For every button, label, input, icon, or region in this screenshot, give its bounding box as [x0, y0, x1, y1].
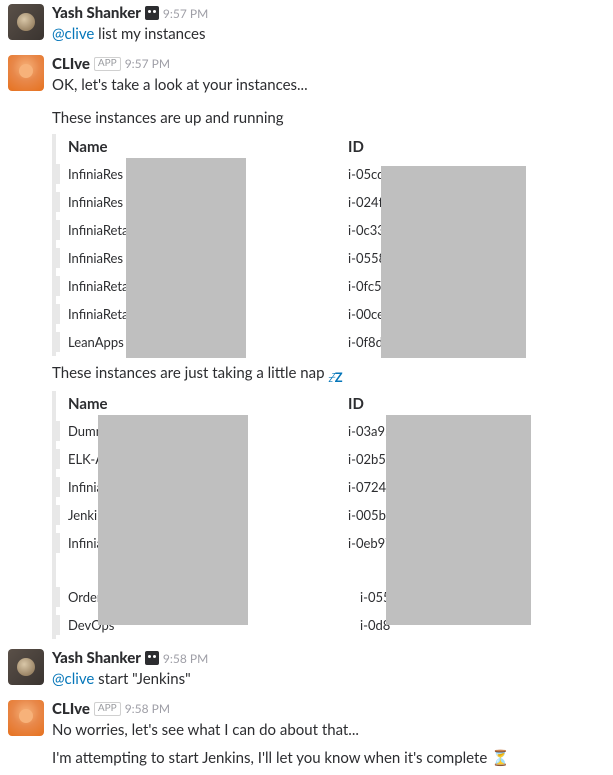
timestamp[interactable]: 9:57 PM — [163, 6, 208, 21]
column-header-id: ID — [348, 138, 605, 156]
hourglass-icon: ⏳ — [491, 749, 510, 767]
section-heading: These instances are up and running — [52, 107, 605, 130]
message: CLIve APP 9:58 PM No worries, let's see … — [0, 696, 613, 775]
robot-icon — [145, 651, 159, 665]
sleeping-icon: zzZ — [328, 373, 341, 385]
user-mention[interactable]: @clive — [52, 670, 94, 688]
message-text: No worries, let's see what I can do abou… — [52, 719, 605, 742]
avatar[interactable] — [8, 649, 44, 685]
message: CLIve APP 9:57 PM OK, let's take a look … — [0, 51, 613, 646]
timestamp[interactable]: 9:58 PM — [163, 651, 208, 666]
app-badge: APP — [94, 702, 121, 716]
message: Yash Shanker 9:58 PM @clive start "Jenki… — [0, 645, 613, 696]
redaction-block — [98, 415, 248, 625]
sender-name[interactable]: CLIve — [52, 700, 90, 718]
column-header-name: Name — [68, 138, 348, 156]
message-text: I'm attempting to start Jenkins, I'll le… — [52, 747, 605, 770]
avatar[interactable] — [8, 55, 44, 91]
redaction-block — [386, 415, 531, 625]
sender-name[interactable]: Yash Shanker — [52, 649, 141, 667]
message-text: OK, let's take a look at your instances.… — [52, 74, 605, 97]
message-text: @clive list my instances — [52, 23, 605, 46]
message-text: @clive start "Jenkins" — [52, 668, 605, 691]
app-badge: APP — [94, 57, 121, 71]
column-header-name: Name — [68, 395, 348, 413]
timestamp[interactable]: 9:57 PM — [125, 56, 170, 71]
redaction-block — [381, 166, 526, 358]
avatar[interactable] — [8, 700, 44, 736]
section-heading: These instances are just taking a little… — [52, 362, 605, 388]
robot-icon — [145, 6, 159, 20]
redaction-block — [126, 158, 246, 358]
instances-napping-table: Name ID DummyTi-03a958ELK-AWi-02b5f8Infi… — [52, 391, 605, 639]
avatar[interactable] — [8, 4, 44, 40]
user-mention[interactable]: @clive — [52, 25, 94, 43]
sender-name[interactable]: Yash Shanker — [52, 4, 141, 22]
sender-name[interactable]: CLIve — [52, 55, 90, 73]
instances-running-table: Name ID InfiniaResi-05cd5InfiniaResi-024… — [52, 134, 605, 356]
column-header-id: ID — [348, 395, 605, 413]
message: Yash Shanker 9:57 PM @clive list my inst… — [0, 0, 613, 51]
